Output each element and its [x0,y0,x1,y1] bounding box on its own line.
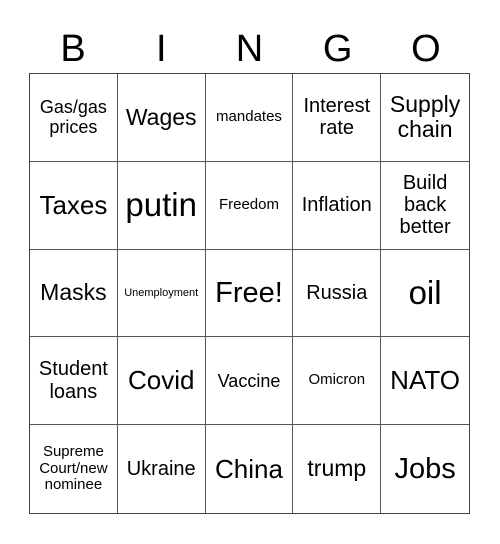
bingo-cell[interactable]: Omicron [293,337,382,426]
header-letter-b: B [60,28,86,70]
bingo-cell[interactable]: Masks [30,249,118,338]
bingo-grid: Gas/gas prices Wages mandates Interest r… [29,73,470,514]
bingo-cell[interactable]: Ukraine [118,425,206,513]
bingo-cell[interactable]: Covid [117,337,206,426]
bingo-cell[interactable]: Russia [293,249,382,338]
bingo-cell[interactable]: Interest rate [293,74,382,162]
bingo-cell-free-space[interactable]: Free! [205,249,294,338]
bingo-cell[interactable]: Vaccine [205,337,294,426]
bingo-cell[interactable]: Student loans [30,337,118,426]
bingo-cell[interactable]: trump [293,425,382,513]
header-letter-g: G [322,28,353,70]
header-letter-o: O [411,28,441,70]
bingo-cell[interactable]: China [206,425,294,513]
bingo-cell[interactable]: Wages [117,74,206,162]
bingo-cell[interactable]: Freedom [205,161,294,250]
bingo-cell[interactable]: mandates [205,74,294,162]
bingo-cell[interactable]: Inflation [293,161,382,250]
bingo-cell[interactable]: Unemployment [117,249,206,338]
bingo-cell[interactable]: Supply chain [381,74,469,162]
bingo-cell[interactable]: NATO [381,337,469,426]
header-letter-i: I [156,28,167,70]
bingo-cell[interactable]: Supreme Court/new nominee [30,425,118,513]
bingo-cell[interactable]: oil [381,250,469,338]
bingo-cell[interactable]: Build back better [381,162,469,250]
bingo-cell[interactable]: Taxes [30,161,118,250]
bingo-cell[interactable]: Jobs [381,425,469,513]
bingo-header: B I N G O [29,26,470,72]
bingo-cell[interactable]: putin [117,161,206,250]
bingo-cell[interactable]: Gas/gas prices [30,74,118,162]
header-letter-n: N [235,28,264,70]
